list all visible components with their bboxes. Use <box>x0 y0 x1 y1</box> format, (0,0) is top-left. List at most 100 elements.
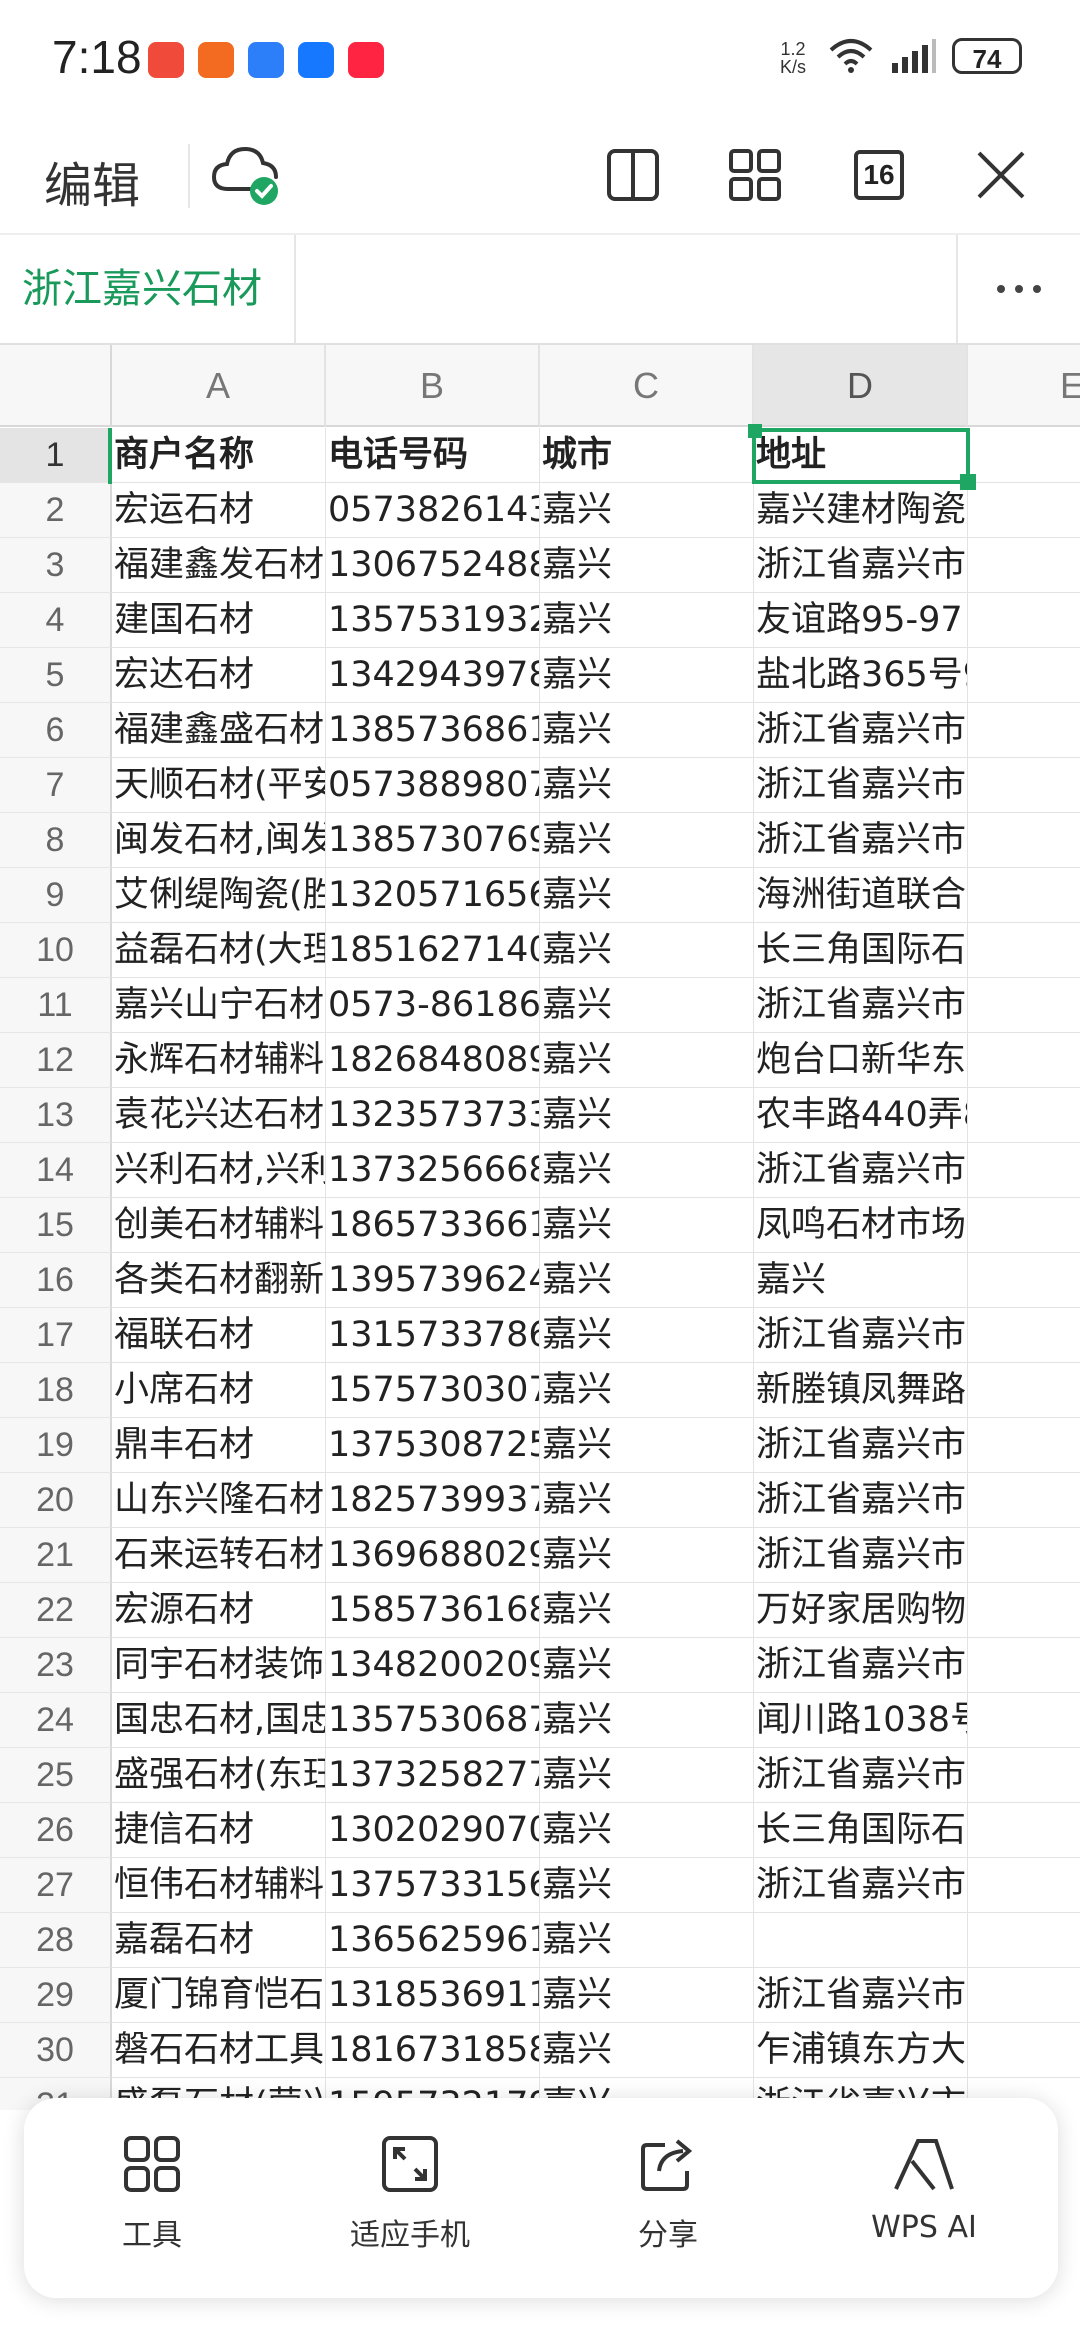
cell-c[interactable]: 嘉兴 <box>540 1363 754 1418</box>
column-header-c[interactable]: C <box>540 345 754 427</box>
row-header[interactable]: 2 <box>0 483 112 538</box>
cell-c[interactable]: 嘉兴 <box>540 923 754 978</box>
cell-a[interactable]: 福联石材 <box>112 1308 326 1363</box>
spreadsheet-grid[interactable]: A B C D E 1 商户名称 电话号码 城市 地址 2 宏运石材 0573826143 嘉兴… <box>0 345 1080 2110</box>
cell-b[interactable]: 0573889807 <box>326 758 540 813</box>
row-header[interactable]: 13 <box>0 1088 112 1143</box>
cell-c[interactable]: 嘉兴 <box>540 978 754 1033</box>
cell-e[interactable] <box>968 593 1080 648</box>
fit-phone-button[interactable]: 适应手机 <box>310 2128 510 2254</box>
cell-e[interactable] <box>968 1913 1080 1968</box>
cell-c[interactable]: 嘉兴 <box>540 1693 754 1748</box>
row-header[interactable]: 23 <box>0 1638 112 1693</box>
cell-c[interactable]: 嘉兴 <box>540 1033 754 1088</box>
cell-c[interactable]: 嘉兴 <box>540 483 754 538</box>
row-header[interactable]: 29 <box>0 1968 112 2023</box>
cell-c[interactable]: 嘉兴 <box>540 1803 754 1858</box>
cell-e[interactable] <box>968 428 1080 483</box>
cell-d[interactable]: 凤鸣石材市场友谊路 <box>754 1198 968 1253</box>
split-view-icon[interactable] <box>596 138 670 212</box>
row-header[interactable]: 12 <box>0 1033 112 1088</box>
wps-ai-button[interactable]: WPS AI <box>824 2128 1024 2245</box>
cell-d[interactable]: 浙江省嘉兴市海宁市 <box>754 1638 968 1693</box>
cell-c[interactable]: 嘉兴 <box>540 1088 754 1143</box>
cloud-synced-icon[interactable] <box>210 138 284 212</box>
cell-b[interactable]: 1369688029 <box>326 1528 540 1583</box>
cell-b[interactable]: 1348200209 <box>326 1638 540 1693</box>
cell-e[interactable] <box>968 1583 1080 1638</box>
row-header[interactable]: 4 <box>0 593 112 648</box>
row-header[interactable]: 16 <box>0 1253 112 1308</box>
cell-c[interactable]: 城市 <box>540 428 754 483</box>
column-header-e[interactable]: E <box>968 345 1080 427</box>
cell-d[interactable]: 万好家居购物广场(石 <box>754 1583 968 1638</box>
cell-e[interactable] <box>968 923 1080 978</box>
cell-c[interactable]: 嘉兴 <box>540 1198 754 1253</box>
cell-e[interactable] <box>968 1858 1080 1913</box>
cell-e[interactable] <box>968 1418 1080 1473</box>
share-button[interactable]: 分享 <box>568 2128 768 2254</box>
sheet-count-button[interactable]: 16 <box>842 138 916 212</box>
cell-c[interactable]: 嘉兴 <box>540 758 754 813</box>
cell-d[interactable]: 长三角国际石材城(扬 <box>754 1803 968 1858</box>
row-header[interactable]: 6 <box>0 703 112 758</box>
cell-b[interactable]: 1375733156 <box>326 1858 540 1913</box>
cell-d[interactable]: 浙江省嘉兴市平湖市 <box>754 1858 968 1913</box>
cell-a[interactable]: 嘉兴山宁石材 <box>112 978 326 1033</box>
cell-a[interactable]: 盛强石材(东珏 <box>112 1748 326 1803</box>
cell-b[interactable]: 1315733786 <box>326 1308 540 1363</box>
cell-a[interactable]: 恒伟石材辅料 <box>112 1858 326 1913</box>
cell-b[interactable]: 电话号码 <box>326 428 540 483</box>
cell-e[interactable] <box>968 1968 1080 2023</box>
cell-e[interactable] <box>968 1473 1080 1528</box>
cell-d[interactable]: 浙江省嘉兴市桐乡市 <box>754 703 968 758</box>
cell-b[interactable]: 1318536911 <box>326 1968 540 2023</box>
row-header[interactable]: 1 <box>0 428 112 483</box>
cell-e[interactable] <box>968 1033 1080 1088</box>
cell-a[interactable]: 兴利石材,兴利 <box>112 1143 326 1198</box>
cell-a[interactable]: 同宇石材装饰 <box>112 1638 326 1693</box>
cell-d[interactable]: 浙江省嘉兴市秀洲区 <box>754 1143 968 1198</box>
cell-b[interactable]: 1320571656 <box>326 868 540 923</box>
row-header[interactable]: 21 <box>0 1528 112 1583</box>
cell-a[interactable]: 厦门锦育恺石 <box>112 1968 326 2023</box>
row-header[interactable]: 17 <box>0 1308 112 1363</box>
sheet-tab-active[interactable]: 浙江嘉兴石材 <box>0 235 296 343</box>
cell-e[interactable] <box>968 758 1080 813</box>
edit-button[interactable]: 编辑 <box>44 146 140 216</box>
cell-d[interactable]: 浙江省嘉兴市海盐县 <box>754 978 968 1033</box>
cell-e[interactable] <box>968 1638 1080 1693</box>
cell-d[interactable]: 浙江省嘉兴市海宁市 <box>754 1418 968 1473</box>
cell-b[interactable]: 1865733661 <box>326 1198 540 1253</box>
row-header[interactable]: 19 <box>0 1418 112 1473</box>
cell-e[interactable] <box>968 1528 1080 1583</box>
cell-e[interactable] <box>968 978 1080 1033</box>
cell-a[interactable]: 益磊石材(大理 <box>112 923 326 978</box>
cell-d[interactable]: 盐北路365号9排附近 <box>754 648 968 703</box>
cell-c[interactable]: 嘉兴 <box>540 538 754 593</box>
cell-e[interactable] <box>968 1198 1080 1253</box>
column-header-a[interactable]: A <box>112 345 326 427</box>
grid-view-icon[interactable] <box>718 138 792 212</box>
cell-c[interactable]: 嘉兴 <box>540 1308 754 1363</box>
cell-e[interactable] <box>968 1693 1080 1748</box>
cell-a[interactable]: 宏运石材 <box>112 483 326 538</box>
cell-b[interactable]: 0573-86186 <box>326 978 540 1033</box>
row-header[interactable]: 15 <box>0 1198 112 1253</box>
column-header-d[interactable]: D <box>754 345 968 427</box>
row-header[interactable]: 20 <box>0 1473 112 1528</box>
cell-a[interactable]: 宏源石材 <box>112 1583 326 1638</box>
cell-d[interactable]: 地址 <box>754 428 968 483</box>
row-header[interactable]: 26 <box>0 1803 112 1858</box>
cell-e[interactable] <box>968 1088 1080 1143</box>
cell-e[interactable] <box>968 1143 1080 1198</box>
cell-d[interactable]: 闻川路1038号附近 <box>754 1693 968 1748</box>
cell-b[interactable]: 1365625961 <box>326 1913 540 1968</box>
row-header[interactable]: 30 <box>0 2023 112 2078</box>
cell-c[interactable]: 嘉兴 <box>540 1913 754 1968</box>
cell-c[interactable]: 嘉兴 <box>540 1858 754 1913</box>
cell-e[interactable] <box>968 538 1080 593</box>
cell-d[interactable]: 长三角国际石材城3 <box>754 923 968 978</box>
cell-b[interactable]: 1373258277 <box>326 1748 540 1803</box>
cell-b[interactable]: 1375308725 <box>326 1418 540 1473</box>
